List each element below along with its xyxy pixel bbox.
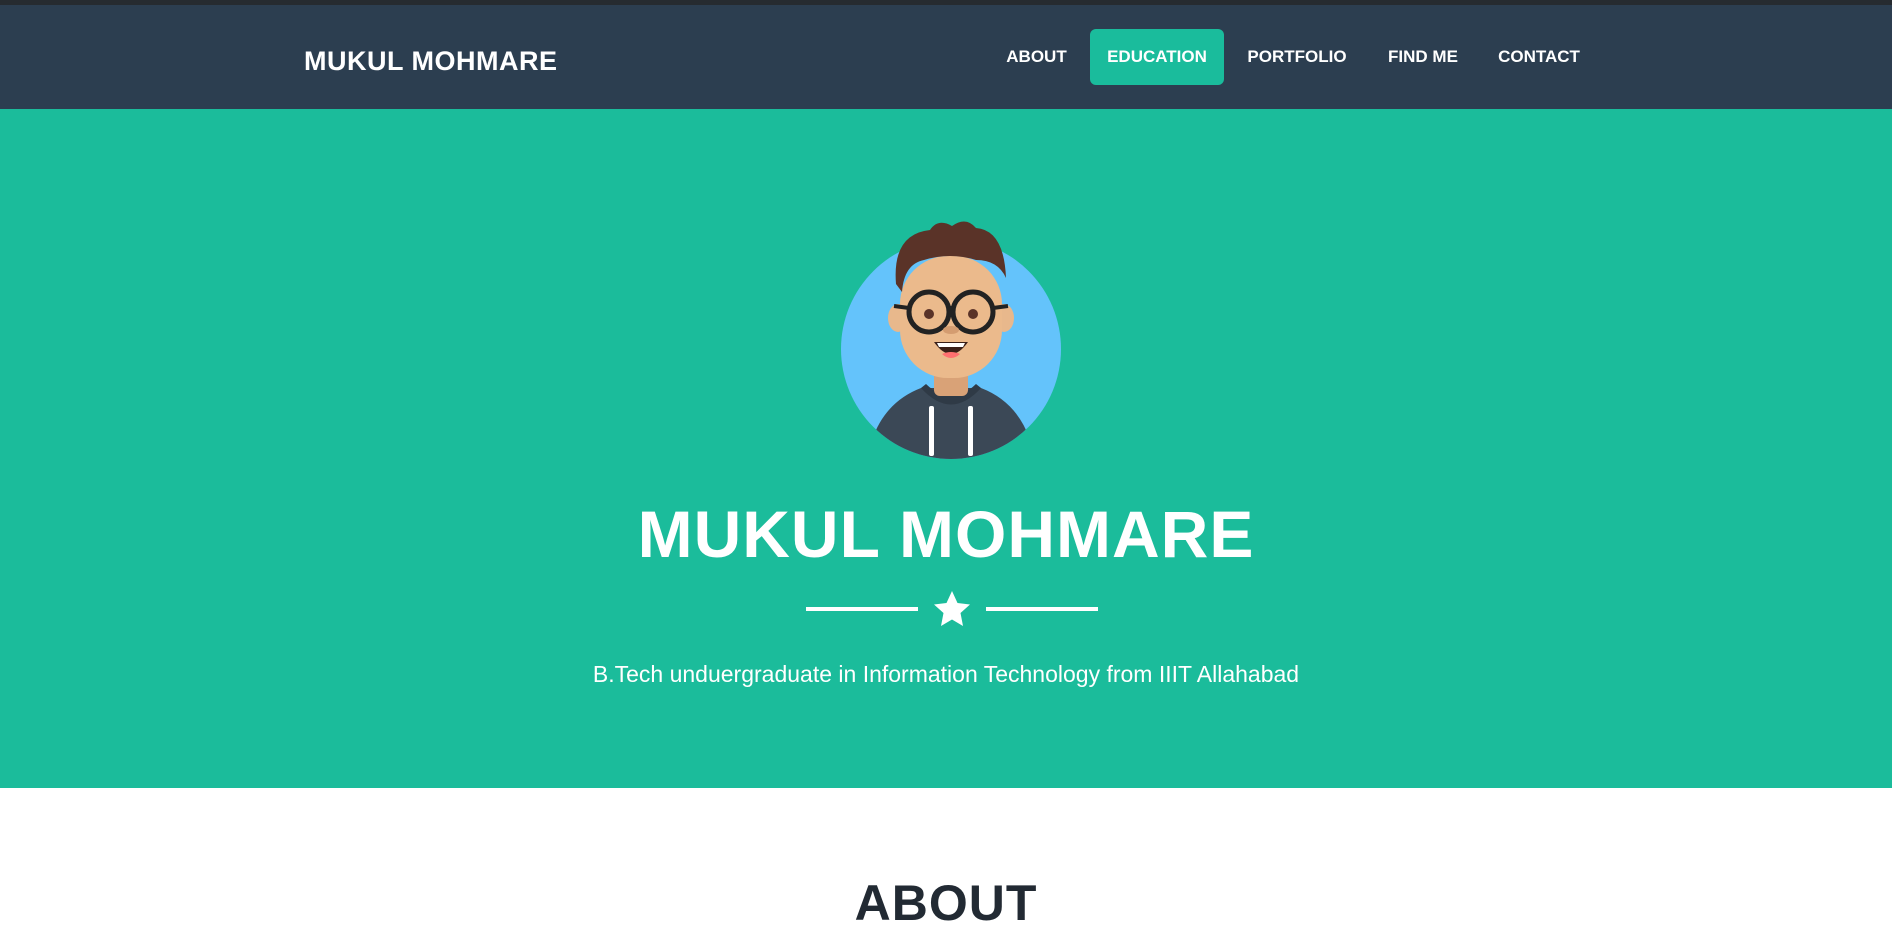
nav-item-find-me[interactable]: FIND ME [1372, 29, 1474, 85]
star-icon [934, 591, 970, 626]
nav-item-education[interactable]: EDUCATION [1090, 29, 1224, 85]
hero-title: MUKUL MOHMARE [637, 497, 1255, 571]
navbar: MUKUL MOHMARE ABOUT EDUCATION PORTFOLIO … [0, 5, 1892, 109]
nav-item-about[interactable]: ABOUT [990, 29, 1083, 85]
avatar [841, 221, 1061, 459]
nav-item-portfolio[interactable]: PORTFOLIO [1232, 29, 1362, 85]
nav-menu: ABOUT EDUCATION PORTFOLIO FIND ME CONTAC… [0, 29, 1892, 85]
about-heading: ABOUT [854, 875, 1038, 931]
star-divider [806, 591, 1098, 626]
hero-section: MUKUL MOHMARE B.Tech unduergraduate in I… [0, 109, 1892, 788]
nav-item-contact[interactable]: CONTACT [1484, 29, 1594, 85]
hero-subtitle: B.Tech unduergraduate in Information Tec… [592, 661, 1300, 687]
